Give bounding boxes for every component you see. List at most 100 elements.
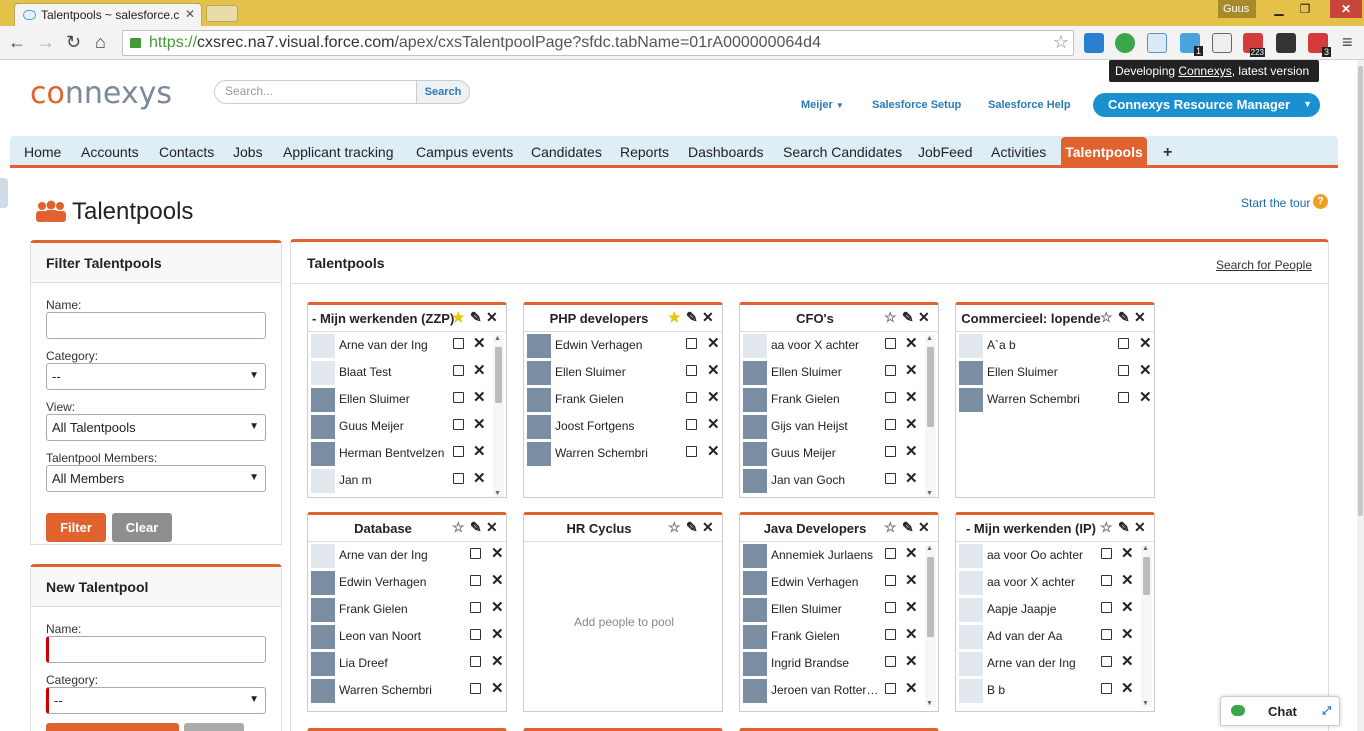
favorite-star-icon[interactable]: ☆ [884, 309, 897, 325]
member-row[interactable]: Frank Gielen ✕ [308, 596, 506, 623]
filter-button[interactable]: Filter [46, 513, 106, 542]
open-record-icon[interactable] [1118, 365, 1129, 376]
remove-member-icon[interactable]: ✕ [1121, 679, 1134, 697]
edit-pencil-icon[interactable]: ✎ [470, 309, 482, 325]
delete-pool-icon[interactable]: ✕ [486, 309, 498, 325]
open-record-icon[interactable] [453, 338, 464, 349]
member-row[interactable]: Herman Bentvelzen ✕ [308, 440, 506, 467]
open-record-icon[interactable] [1101, 629, 1112, 640]
member-row[interactable]: Leon van Noort ✕ [308, 623, 506, 650]
scroll-thumb[interactable] [927, 347, 934, 427]
remove-member-icon[interactable]: ✕ [491, 652, 504, 670]
edit-pencil-icon[interactable]: ✎ [902, 519, 914, 535]
member-name[interactable]: Ellen Sluimer [339, 392, 449, 406]
browser-tab[interactable]: Talentpools ~ salesforce.c ✕ [14, 3, 202, 26]
remove-member-icon[interactable]: ✕ [707, 361, 720, 379]
member-name[interactable]: Warren Schembri [987, 392, 1114, 406]
open-record-icon[interactable] [885, 392, 896, 403]
member-row[interactable]: Edwin Verhagen ✕ [308, 569, 506, 596]
open-record-icon[interactable] [885, 602, 896, 613]
remove-member-icon[interactable]: ✕ [905, 544, 918, 562]
open-record-icon[interactable] [453, 446, 464, 457]
member-name[interactable]: aa voor X achter [771, 338, 881, 352]
open-record-icon[interactable] [885, 473, 896, 484]
pool-scrollbar[interactable]: ▲ ▼ [925, 335, 936, 497]
new-tab-button[interactable] [206, 5, 238, 22]
member-name[interactable]: Frank Gielen [771, 629, 881, 643]
window-close-icon[interactable]: ✕ [1330, 0, 1362, 18]
favorite-star-icon[interactable]: ☆ [884, 519, 897, 535]
remove-member-icon[interactable]: ✕ [1121, 652, 1134, 670]
menu-icon[interactable]: ≡ [1342, 32, 1353, 52]
create-button[interactable] [46, 723, 179, 731]
member-name[interactable]: Warren Schembri [339, 683, 466, 697]
address-bar[interactable]: https://cxsrec.na7.visual.force.com/apex… [122, 30, 1074, 56]
member-row[interactable]: Jan van Goch ✕ [740, 467, 938, 494]
extension-icon[interactable]: 223 [1243, 33, 1265, 57]
open-record-icon[interactable] [885, 656, 896, 667]
filter-members-select[interactable]: All Members ▼ [46, 465, 266, 492]
member-row[interactable]: Warren Schembri ✕ [956, 386, 1154, 413]
member-row[interactable]: Ellen Sluimer ✕ [524, 359, 722, 386]
close-tab-icon[interactable]: ✕ [185, 7, 195, 21]
remove-member-icon[interactable]: ✕ [473, 415, 486, 433]
delete-pool-icon[interactable]: ✕ [702, 309, 714, 325]
member-name[interactable]: Joost Fortgens [555, 419, 682, 433]
open-record-icon[interactable] [885, 575, 896, 586]
remove-member-icon[interactable]: ✕ [905, 571, 918, 589]
member-name[interactable]: Gijs van Heijst [771, 419, 881, 433]
tab-campus-events[interactable]: Campus events [416, 144, 513, 160]
member-name[interactable]: Arne van der Ing [339, 338, 449, 352]
edit-pencil-icon[interactable]: ✎ [1118, 309, 1130, 325]
member-row[interactable]: Lia Dreef ✕ [308, 650, 506, 677]
favorite-star-icon[interactable]: ☆ [452, 519, 465, 535]
page-scrollbar[interactable] [1357, 60, 1364, 731]
open-record-icon[interactable] [885, 338, 896, 349]
member-name[interactable]: Leon van Noort [339, 629, 466, 643]
open-record-icon[interactable] [470, 683, 481, 694]
remove-member-icon[interactable]: ✕ [905, 388, 918, 406]
member-name[interactable]: Frank Gielen [339, 602, 466, 616]
remove-member-icon[interactable]: ✕ [1139, 361, 1152, 379]
pool-scrollbar[interactable]: ▲ ▼ [1141, 545, 1152, 707]
member-name[interactable]: Ellen Sluimer [987, 365, 1114, 379]
member-row[interactable]: Ingrid Brandse ✕ [740, 650, 938, 677]
open-record-icon[interactable] [453, 419, 464, 430]
member-name[interactable]: Jan m [339, 473, 449, 487]
member-row[interactable]: aa voor X achter ✕ [740, 332, 938, 359]
open-record-icon[interactable] [1101, 656, 1112, 667]
remove-member-icon[interactable]: ✕ [905, 679, 918, 697]
member-row[interactable]: A`a b ✕ [956, 332, 1154, 359]
open-record-icon[interactable] [470, 548, 481, 559]
new-pool-name-input[interactable] [46, 636, 266, 663]
member-row[interactable]: Edwin Verhagen ✕ [524, 332, 722, 359]
scroll-thumb[interactable] [1143, 557, 1150, 595]
remove-member-icon[interactable]: ✕ [905, 652, 918, 670]
tab-talentpools[interactable]: Talentpools [1061, 137, 1147, 168]
member-name[interactable]: Arne van der Ing [339, 548, 466, 562]
back-icon[interactable]: ← [8, 32, 26, 52]
open-record-icon[interactable] [885, 629, 896, 640]
member-name[interactable]: aa voor X achter [987, 575, 1097, 589]
remove-member-icon[interactable]: ✕ [1121, 625, 1134, 643]
salesforce-help-link[interactable]: Salesforce Help [988, 99, 1071, 111]
edit-pencil-icon[interactable]: ✎ [1118, 519, 1130, 535]
member-name[interactable]: Warren Schembri [555, 446, 682, 460]
member-row[interactable]: Aapje Jaapje ✕ [956, 596, 1154, 623]
member-name[interactable]: aa voor Oo achter [987, 548, 1097, 562]
tab-accounts[interactable]: Accounts [81, 144, 139, 160]
favorite-star-icon[interactable]: ★ [668, 309, 681, 325]
start-tour-link[interactable]: Start the tour [1241, 196, 1310, 210]
member-name[interactable]: Guus Meijer [771, 446, 881, 460]
search-for-people-link[interactable]: Search for People [1216, 258, 1312, 272]
member-name[interactable]: Ellen Sluimer [555, 365, 682, 379]
delete-pool-icon[interactable]: ✕ [918, 309, 930, 325]
remove-member-icon[interactable]: ✕ [1121, 544, 1134, 562]
member-row[interactable]: Blaat Test ✕ [308, 359, 506, 386]
open-record-icon[interactable] [453, 473, 464, 484]
remove-member-icon[interactable]: ✕ [473, 469, 486, 487]
bookmark-star-icon[interactable]: ☆ [1053, 32, 1069, 53]
member-name[interactable]: Edwin Verhagen [771, 575, 881, 589]
folder-icon[interactable] [1147, 33, 1167, 53]
salesforce-setup-link[interactable]: Salesforce Setup [872, 99, 961, 111]
